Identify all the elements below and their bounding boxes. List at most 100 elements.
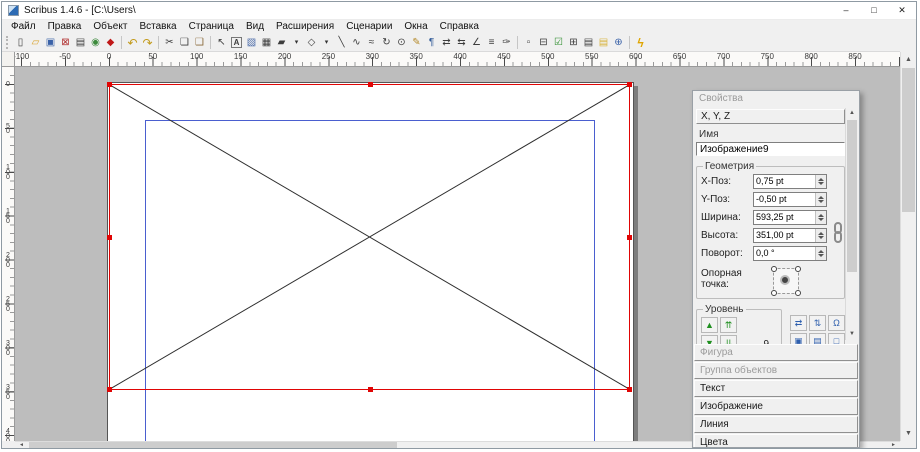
palette-scroll-up-button[interactable]: ▲ <box>846 108 858 119</box>
spinbox[interactable] <box>753 246 827 261</box>
menu-file[interactable]: Файл <box>5 20 42 34</box>
rotation-input[interactable] <box>754 247 815 260</box>
menu-object[interactable]: Объект <box>87 20 133 34</box>
x-pos-input[interactable] <box>754 175 815 188</box>
spin-down-icon[interactable] <box>818 218 824 224</box>
scripter-icon[interactable]: ϟ <box>633 35 648 51</box>
link-width-height-icon[interactable] <box>833 222 843 256</box>
measurements-icon[interactable]: ∠ <box>469 35 484 51</box>
spin-down-icon[interactable] <box>818 254 824 260</box>
basepoint-center-selected[interactable] <box>782 277 788 283</box>
tab-image[interactable]: Изображение <box>694 398 858 415</box>
save-document-icon[interactable]: ▣ <box>43 35 58 51</box>
zoom-icon[interactable]: ⊙ <box>394 35 409 51</box>
insert-line-icon[interactable]: ╲ <box>334 35 349 51</box>
flip-vertical-button[interactable]: ⇅ <box>809 315 826 331</box>
palette-title[interactable]: Свойства <box>693 91 859 107</box>
tab-group[interactable]: Группа объектов <box>694 362 858 379</box>
vertical-ruler[interactable]: 050100150200250300350400 <box>2 67 15 441</box>
scroll-down-button[interactable]: ▼ <box>901 426 916 441</box>
width-input[interactable] <box>754 211 815 224</box>
open-document-icon[interactable]: ▱ <box>28 35 43 51</box>
selection-handle-bottom-right[interactable] <box>627 387 632 392</box>
spin-down-icon[interactable] <box>818 200 824 206</box>
redo-icon[interactable]: ↷ <box>140 35 155 51</box>
lock-button[interactable]: Ω <box>828 315 845 331</box>
insert-shape-icon[interactable]: ▰ <box>274 35 289 51</box>
close-document-icon[interactable]: ⊠ <box>58 35 73 51</box>
unlink-text-frames-icon[interactable]: ⇆ <box>454 35 469 51</box>
selection-handle-bottom-middle[interactable] <box>368 387 373 392</box>
horizontal-scroll-thumb[interactable] <box>29 442 397 448</box>
menu-windows[interactable]: Окна <box>398 20 433 34</box>
basepoint-selector[interactable] <box>773 268 799 294</box>
basepoint-bottom-left[interactable] <box>771 290 777 296</box>
pdf-link-annotation-icon[interactable]: ⊕ <box>611 35 626 51</box>
selection-handle-top-right[interactable] <box>627 82 632 87</box>
pdf-text-field-icon[interactable]: ⊟ <box>536 35 551 51</box>
menu-edit[interactable]: Правка <box>42 20 88 34</box>
palette-scroll-down-button[interactable]: ▼ <box>846 329 858 340</box>
spin-up-icon[interactable] <box>818 211 824 217</box>
level-up-button[interactable]: ▲ <box>701 317 718 333</box>
vertical-scroll-thumb[interactable] <box>902 68 915 212</box>
tab-colors[interactable]: Цвета <box>694 434 858 448</box>
cut-icon[interactable]: ✂ <box>162 35 177 51</box>
undo-icon[interactable]: ↶ <box>125 35 140 51</box>
spin-arrows[interactable] <box>815 193 826 206</box>
image-frame[interactable] <box>109 84 630 390</box>
shape-flyout-icon[interactable]: ▾ <box>289 35 304 51</box>
link-text-frames-icon[interactable]: ⇄ <box>439 35 454 51</box>
paste-icon[interactable]: ❑ <box>192 35 207 51</box>
pdf-check-box-icon[interactable]: ☑ <box>551 35 566 51</box>
tab-text[interactable]: Текст <box>694 380 858 397</box>
export-pdf-icon[interactable]: ◆ <box>103 35 118 51</box>
menu-insert[interactable]: Вставка <box>133 20 182 34</box>
pdf-combo-box-icon[interactable]: ⊞ <box>566 35 581 51</box>
spin-down-icon[interactable] <box>818 182 824 188</box>
scroll-right-button[interactable]: ► <box>887 442 900 448</box>
pdf-push-button-icon[interactable]: ▫ <box>521 35 536 51</box>
selection-handle-top-left[interactable] <box>107 82 112 87</box>
new-document-icon[interactable]: ▯ <box>13 35 28 51</box>
basepoint-bottom-right[interactable] <box>795 290 801 296</box>
basepoint-top-left[interactable] <box>771 266 777 272</box>
height-input[interactable] <box>754 229 815 242</box>
spin-arrows[interactable] <box>815 229 826 242</box>
flip-horizontal-button[interactable]: ⇄ <box>790 315 807 331</box>
preflight-verifier-icon[interactable]: ◉ <box>88 35 103 51</box>
spin-down-icon[interactable] <box>818 236 824 242</box>
scroll-up-button[interactable]: ▲ <box>901 52 916 67</box>
minimize-button[interactable]: – <box>832 2 860 19</box>
spinbox[interactable] <box>753 192 827 207</box>
menu-view[interactable]: Вид <box>240 20 270 34</box>
spin-arrows[interactable] <box>815 247 826 260</box>
palette-scrollbar[interactable]: ▲ ▼ <box>845 108 858 340</box>
palette-scroll-thumb[interactable] <box>847 120 857 272</box>
insert-freehand-icon[interactable]: ≈ <box>364 35 379 51</box>
basepoint-top-right[interactable] <box>795 266 801 272</box>
menu-extensions[interactable]: Расширения <box>270 20 340 34</box>
ruler-origin-button[interactable] <box>2 52 15 67</box>
toolbar-grip[interactable] <box>6 36 10 49</box>
select-item-icon[interactable]: ↖ <box>214 35 229 51</box>
polygon-flyout-icon[interactable]: ▾ <box>319 35 334 51</box>
selection-handle-middle-right[interactable] <box>627 235 632 240</box>
close-button[interactable]: ✕ <box>888 2 916 19</box>
scroll-left-button[interactable]: ◄ <box>15 442 28 448</box>
level-to-top-button[interactable]: ⇈ <box>720 317 737 333</box>
menu-scripts[interactable]: Сценарии <box>340 20 398 34</box>
selection-handle-middle-left[interactable] <box>107 235 112 240</box>
spin-up-icon[interactable] <box>818 193 824 199</box>
spin-up-icon[interactable] <box>818 229 824 235</box>
name-input[interactable] <box>696 142 845 156</box>
tab-line[interactable]: Линия <box>694 416 858 433</box>
maximize-button[interactable]: □ <box>860 2 888 19</box>
insert-image-frame-icon[interactable]: ▧ <box>244 35 259 51</box>
spinbox[interactable] <box>753 210 827 225</box>
selection-handle-top-middle[interactable] <box>368 82 373 87</box>
selection-handle-bottom-left[interactable] <box>107 387 112 392</box>
spinbox[interactable] <box>753 228 827 243</box>
tab-shape[interactable]: Фигура <box>694 344 858 361</box>
spin-up-icon[interactable] <box>818 175 824 181</box>
